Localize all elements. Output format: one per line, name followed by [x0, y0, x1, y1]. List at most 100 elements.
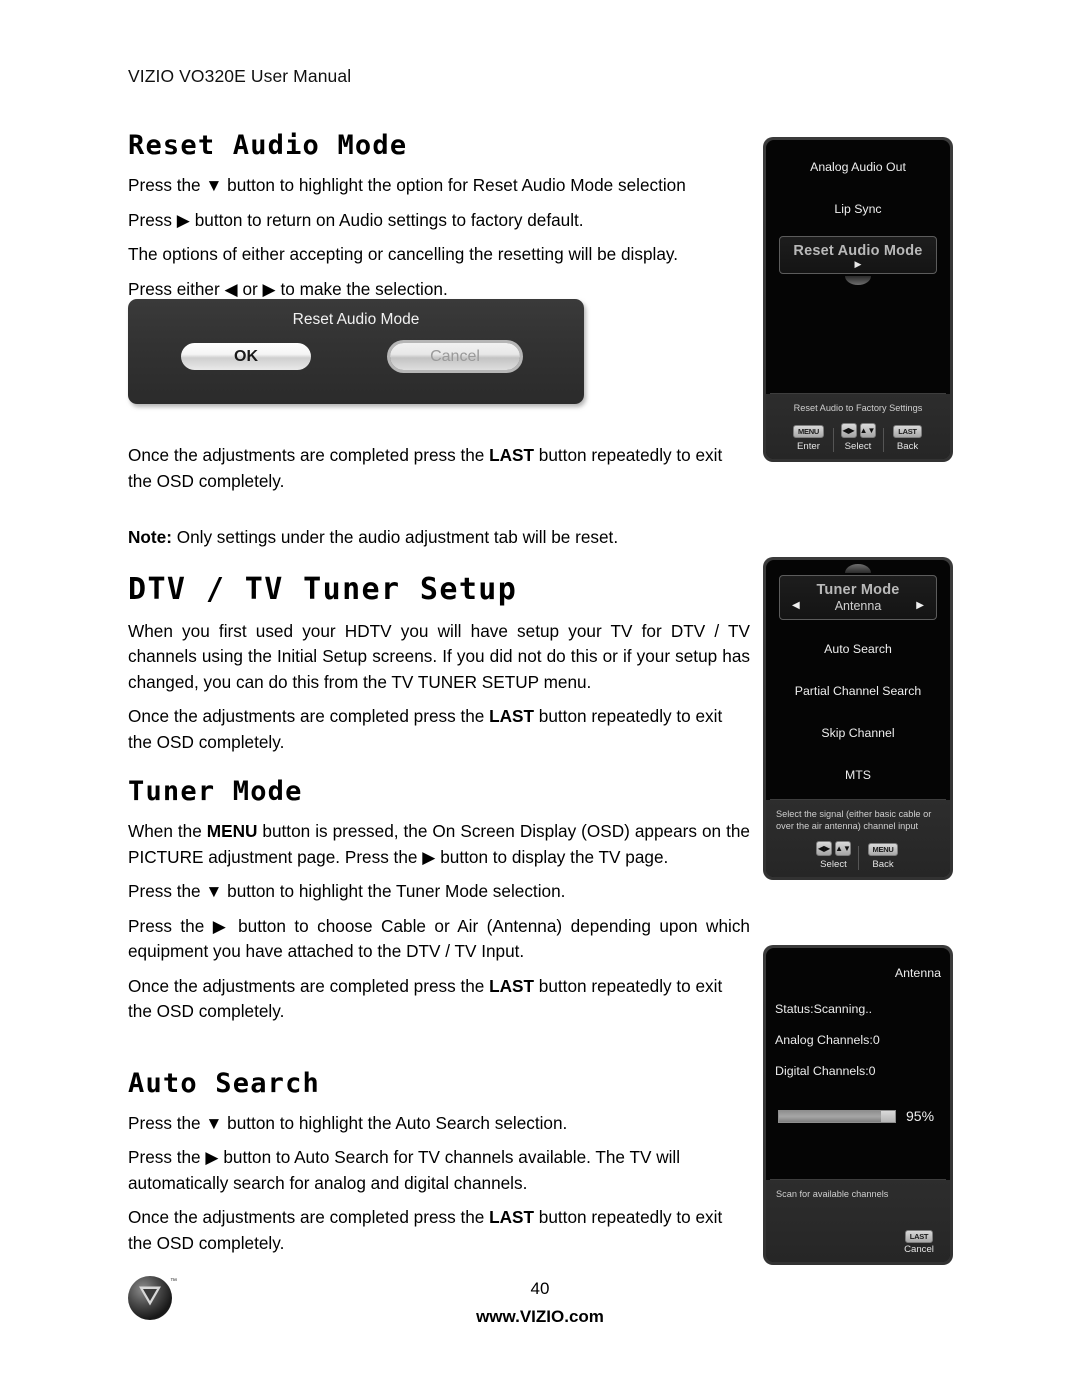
osd-tuner-footer-wrap: Select the signal (either basic cable or…: [766, 799, 950, 877]
left-right-arrow-icon: ◀▶: [840, 423, 857, 438]
exit-note-pre: Once the adjustments are completed press…: [128, 975, 490, 996]
tuner-p1-pre: When the: [128, 821, 207, 841]
legend-select: ◀▶ ▲▼ Select: [840, 423, 876, 452]
exit-note-key: LAST: [489, 1207, 535, 1227]
auto-search-paragraph-1: Press the ▼ button to highlight the Auto…: [128, 1112, 568, 1133]
dtv-tuner-exit-note: Once the adjustments are completed press…: [128, 704, 750, 755]
osd-panel-audio-menu: Analog Audio Out Lip Sync Reset Audio Mo…: [763, 137, 953, 462]
osd-item-partial-channel-search[interactable]: Partial Channel Search: [775, 684, 941, 698]
scan-status: Status:Scanning..: [775, 1002, 873, 1016]
osd-scan-legend: LAST Cancel: [776, 1230, 940, 1255]
section-heading-auto-search: Auto Search: [128, 1067, 321, 1099]
page-header: VIZIO VO320E User Manual: [128, 66, 352, 86]
menu-key-icon: MENU: [867, 843, 899, 856]
reset-audio-mode-dialog: Reset Audio Mode OK Cancel: [128, 299, 584, 404]
osd-tuner-items: Tuner Mode ◀ Antenna ▶ Auto Search Parti…: [766, 560, 950, 782]
osd-panel-auto-search-scan: Antenna Status:Scanning.. Analog Channel…: [763, 945, 953, 1265]
menu-key-icon: MENU: [793, 425, 824, 438]
osd-highlight-label: Reset Audio Mode: [793, 243, 923, 259]
osd-item-skip-channel[interactable]: Skip Channel: [775, 726, 941, 740]
osd-scan-body: Antenna Status:Scanning.. Analog Channel…: [766, 948, 950, 1124]
logo-v-inner-glyph: [143, 1289, 157, 1302]
osd-item-analog-audio-out[interactable]: Analog Audio Out: [775, 160, 941, 174]
auto-search-exit-note: Once the adjustments are completed press…: [128, 1205, 750, 1256]
exit-note-key: LAST: [489, 706, 535, 726]
divider: [882, 428, 884, 452]
reset-audio-paragraph-2: Press ▶ button to return on Audio settin…: [128, 209, 584, 230]
osd-item-auto-search[interactable]: Auto Search: [775, 642, 941, 656]
osd-audio-footer-wrap: Reset Audio to Factory Settings MENU Ent…: [766, 393, 950, 459]
osd-audio-items: Analog Audio Out Lip Sync Reset Audio Mo…: [766, 140, 950, 285]
osd-help-text: Select the signal (either basic cable or…: [776, 809, 932, 831]
tuner-mode-exit-note: Once the adjustments are completed press…: [128, 974, 750, 1025]
arrow-keys-icon: ◀▶ ▲▼: [840, 423, 876, 438]
osd-audio-footer: Reset Audio to Factory Settings MENU Ent…: [766, 394, 950, 459]
chevron-up-icon: [845, 564, 871, 573]
last-key-icon: LAST: [904, 1230, 934, 1243]
tuner-mode-value-row[interactable]: ◀ Antenna ▶: [784, 598, 932, 613]
osd-audio-inner: Analog Audio Out Lip Sync Reset Audio Mo…: [766, 140, 950, 459]
auto-search-paragraph-2: Press the ▶ button to Auto Search for TV…: [128, 1147, 681, 1193]
scan-source-label: Antenna: [894, 966, 941, 980]
divider: [832, 428, 834, 452]
exit-note-pre: Once the adjustments are completed press…: [128, 706, 490, 726]
legend-enter: MENU Enter: [792, 425, 826, 452]
scan-progress: 95%: [775, 1108, 941, 1124]
tuner-mode-paragraph-1: When the MENU button is pressed, the On …: [128, 819, 750, 870]
tuner-p1-key: MENU: [206, 821, 258, 841]
exit-note-pre: Once the adjustments are completed press…: [128, 445, 490, 465]
divider: [858, 846, 859, 870]
scan-analog-channels: Analog Channels:0: [775, 1033, 880, 1047]
right-arrow-icon: ▶: [854, 259, 862, 269]
reset-audio-note: Note: Only settings under the audio adju…: [128, 525, 750, 551]
osd-scan-footer: Scan for available channels LAST Cancel: [766, 1180, 950, 1262]
legend-label-enter: Enter: [797, 441, 820, 452]
progress-bar-fill: [779, 1110, 882, 1122]
progress-percent-label: 95%: [906, 1108, 935, 1124]
osd-tuner-footer: Select the signal (either basic cable or…: [766, 800, 950, 877]
osd-highlight-title: Tuner Mode: [816, 582, 900, 598]
section-heading-reset-audio-mode: Reset Audio Mode: [128, 130, 408, 161]
scan-digital-channels: Digital Channels:0: [775, 1064, 876, 1078]
tuner-mode-paragraph-3: Press the ▶ button to choose Cable or Ai…: [128, 915, 750, 962]
last-key-icon: LAST: [893, 425, 922, 438]
tuner-mode-value: Antenna: [834, 599, 882, 613]
progress-bar-track: [778, 1109, 896, 1123]
legend-label-cancel: Cancel: [904, 1244, 934, 1255]
osd-panel-tuner-menu: Tuner Mode ◀ Antenna ▶ Auto Search Parti…: [763, 557, 953, 880]
osd-item-mts[interactable]: MTS: [775, 768, 941, 782]
legend-select: ◀▶ ▲▼ Select: [816, 841, 851, 870]
dialog-cancel-button[interactable]: Cancel: [390, 343, 520, 370]
exit-note-key: LAST: [489, 975, 535, 996]
arrow-keys-icon: ◀▶ ▲▼: [816, 841, 851, 856]
osd-help-text: Reset Audio to Factory Settings: [793, 403, 923, 413]
chevron-down-icon: [845, 276, 871, 285]
osd-scan-footer-wrap: Scan for available channels LAST Cancel: [766, 1179, 950, 1262]
legend-back: MENU Back: [866, 843, 900, 870]
tuner-mode-paragraph-2: Press the ▼ button to highlight the Tune…: [128, 881, 566, 901]
legend-label-back: Back: [896, 441, 919, 452]
osd-tuner-inner: Tuner Mode ◀ Antenna ▶ Auto Search Parti…: [766, 560, 950, 877]
osd-scan-inner: Antenna Status:Scanning.. Analog Channel…: [766, 948, 950, 1262]
website-footer: www.VIZIO.com: [476, 1307, 604, 1326]
dialog-ok-button[interactable]: OK: [181, 343, 311, 370]
dialog-title: Reset Audio Mode: [292, 311, 420, 328]
left-right-arrow-icon: ◀▶: [816, 841, 832, 856]
reset-audio-paragraph-3: The options of either accepting or cance…: [128, 244, 678, 264]
section-heading-tuner-mode: Tuner Mode: [128, 776, 303, 807]
exit-note-key: LAST: [489, 445, 535, 465]
note-text: Only settings under the audio adjustment…: [171, 527, 619, 547]
osd-item-lip-sync[interactable]: Lip Sync: [775, 202, 941, 216]
page-number: 40: [530, 1279, 550, 1298]
osd-audio-legend: MENU Enter ◀▶ ▲▼ Select LAST Back: [776, 423, 940, 452]
left-arrow-icon[interactable]: ◀: [792, 601, 800, 611]
reset-audio-exit-note: Once the adjustments are completed press…: [128, 443, 750, 494]
legend-cancel: LAST Cancel: [902, 1230, 936, 1255]
section-heading-dtv-tv-tuner-setup: DTV / TV Tuner Setup: [128, 571, 518, 607]
osd-item-tuner-mode-selected[interactable]: Tuner Mode ◀ Antenna ▶: [779, 575, 937, 620]
osd-item-reset-audio-mode-selected[interactable]: Reset Audio Mode ▶: [779, 236, 937, 274]
exit-note-pre: Once the adjustments are completed press…: [128, 1207, 490, 1227]
right-arrow-icon[interactable]: ▶: [916, 601, 924, 611]
legend-label-back: Back: [872, 859, 894, 870]
reset-audio-paragraph-1: Press the ▼ button to highlight the opti…: [128, 175, 686, 195]
